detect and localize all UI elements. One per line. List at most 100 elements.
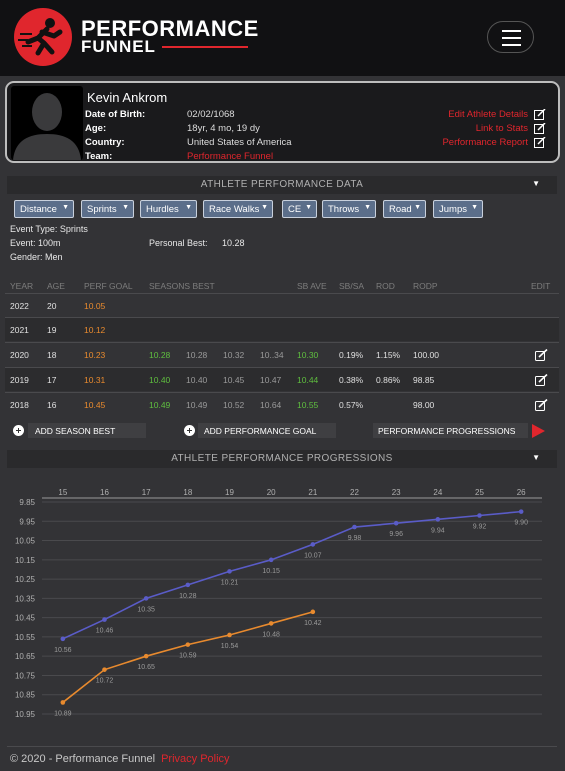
cell-season-result: 10.52 <box>223 400 245 410</box>
dob-value: 02/02/1068 <box>187 109 235 120</box>
cell-season-result: 10..34 <box>260 350 284 360</box>
cell-perf-goal: 10.05 <box>84 301 106 311</box>
y-tick-label: 10.15 <box>15 556 36 565</box>
edit-icon[interactable] <box>535 349 548 361</box>
running-man-logo[interactable] <box>14 8 72 66</box>
edit-icon[interactable] <box>534 109 546 120</box>
cell-season-best: 10.40 <box>149 375 171 385</box>
x-tick-label: 15 <box>58 488 67 497</box>
data-point <box>393 520 399 526</box>
progressions-section-header[interactable]: ATHLETE PERFORMANCE PROGRESSIONS ▼ <box>7 450 557 468</box>
y-tick-label: 10.75 <box>15 671 36 680</box>
data-label: 10.72 <box>96 678 114 685</box>
data-point <box>268 621 274 626</box>
filter-road-dropdown[interactable]: Road ▼ <box>383 200 426 218</box>
data-point <box>310 542 316 547</box>
filter-sprints-dropdown[interactable]: Sprints ▼ <box>81 200 134 218</box>
table-row: 2022 20 10.05 <box>5 293 559 317</box>
brand-underline <box>162 46 248 48</box>
link-to-stats-link[interactable]: Link to Stats <box>476 123 528 134</box>
cell-year: 2019 <box>10 375 29 385</box>
add-performance-goal-button[interactable]: ADD PERFORMANCE GOAL <box>198 423 336 438</box>
cell-rodp: 100.00 <box>413 350 439 360</box>
person-silhouette-icon <box>13 93 81 160</box>
y-tick-label: 10.55 <box>15 633 36 642</box>
dob-label: Date of Birth: <box>85 109 146 120</box>
y-tick-label: 10.05 <box>15 537 36 546</box>
data-label: 10.21 <box>221 579 239 586</box>
top-bar: PERFORMANCE FUNNEL <box>0 0 565 76</box>
col-header-sb-sa: SB/SA <box>339 281 365 291</box>
data-point <box>102 617 107 622</box>
edit-icon[interactable] <box>535 374 548 386</box>
add-season-best-button[interactable]: ADD SEASON BEST <box>28 423 146 438</box>
plus-icon[interactable] <box>13 425 24 436</box>
caret-down-icon[interactable]: ▼ <box>532 179 540 188</box>
personal-best-label: Personal Best: <box>149 238 208 248</box>
cell-year: 2022 <box>10 301 29 311</box>
section-title: ATHLETE PERFORMANCE PROGRESSIONS <box>171 453 393 464</box>
filter-distance-dropdown[interactable]: Distance ▼ <box>14 200 74 218</box>
cell-rodp: 98.00 <box>413 400 435 410</box>
athlete-name: Kevin Ankrom <box>87 90 168 105</box>
country-value: United States of America <box>187 137 292 148</box>
filter-race-walks-dropdown[interactable]: Race Walks ▼ <box>203 200 273 218</box>
filter-throws-dropdown[interactable]: Throws ▼ <box>322 200 376 218</box>
data-point <box>352 524 357 530</box>
edit-icon[interactable] <box>534 123 546 134</box>
col-header-seasons-best: SEASONS BEST <box>149 281 215 291</box>
cell-age: 18 <box>47 350 57 360</box>
performance-data-section-header[interactable]: ATHLETE PERFORMANCE DATA ▼ <box>7 176 557 194</box>
data-label: 10.54 <box>221 643 239 650</box>
data-label: 10.56 <box>54 647 72 654</box>
cell-sb-sa: 0.19% <box>339 350 364 360</box>
edit-icon[interactable] <box>535 399 548 411</box>
col-header-perf-goal: PERF GOAL <box>84 281 133 291</box>
play-icon[interactable] <box>532 424 545 438</box>
filter-jumps-dropdown[interactable]: Jumps ▼ <box>433 200 483 218</box>
cell-rod: 0.86% <box>376 375 401 385</box>
age-value: 18yr, 4 mo, 19 dy <box>187 123 260 134</box>
cell-sb-sa: 0.38% <box>339 375 364 385</box>
table-row: 2019 17 10.31 10.40 10.40 10.45 10.47 10… <box>5 367 559 391</box>
caret-down-icon[interactable]: ▼ <box>532 453 540 462</box>
performance-progressions-button[interactable]: PERFORMANCE PROGRESSIONS <box>373 423 528 438</box>
data-point <box>102 667 107 672</box>
privacy-policy-link[interactable]: Privacy Policy <box>161 753 229 765</box>
y-tick-label: 9.95 <box>19 517 35 526</box>
data-label: 9.94 <box>431 527 445 534</box>
page: PERFORMANCE FUNNEL Kevin Ankrom Date of … <box>0 0 565 771</box>
caret-down-icon: ▼ <box>62 204 69 211</box>
col-header-sb-ave: SB AVE <box>297 281 327 291</box>
data-point <box>310 609 316 615</box>
cell-age: 20 <box>47 301 57 311</box>
col-header-age: AGE <box>47 281 65 291</box>
hamburger-menu-button[interactable] <box>487 21 534 53</box>
section-title: ATHLETE PERFORMANCE DATA <box>200 179 364 190</box>
y-tick-label: 10.35 <box>15 594 36 603</box>
plus-icon[interactable] <box>184 425 195 436</box>
data-label: 10.42 <box>304 620 322 627</box>
data-label: 9.98 <box>348 535 362 542</box>
table-row: 2020 18 10.23 10.28 10.28 10.32 10..34 1… <box>5 342 559 366</box>
athlete-profile-card: Kevin Ankrom Date of Birth: 02/02/1068 A… <box>5 81 560 163</box>
cell-year: 2018 <box>10 400 29 410</box>
data-point <box>435 517 441 522</box>
cell-age: 17 <box>47 375 57 385</box>
cell-perf-goal: 10.45 <box>84 400 106 410</box>
cell-sb-ave: 10.44 <box>297 375 319 385</box>
team-link[interactable]: Performance Funnel <box>187 151 273 162</box>
data-label: 10.35 <box>137 606 155 613</box>
x-tick-label: 24 <box>433 488 442 497</box>
performance-report-link[interactable]: Performance Report <box>442 137 528 148</box>
data-point <box>227 632 232 638</box>
edit-icon[interactable] <box>534 137 546 148</box>
caret-down-icon: ▼ <box>471 204 478 211</box>
data-label: 10.28 <box>179 593 197 600</box>
cell-age: 16 <box>47 400 57 410</box>
cell-rod: 1.15% <box>376 350 401 360</box>
filter-hurdles-dropdown[interactable]: Hurdles ▼ <box>140 200 197 218</box>
y-tick-label: 10.95 <box>15 710 36 719</box>
filter-ce-dropdown[interactable]: CE ▼ <box>282 200 317 218</box>
edit-athlete-details-link[interactable]: Edit Athlete Details <box>448 109 528 120</box>
